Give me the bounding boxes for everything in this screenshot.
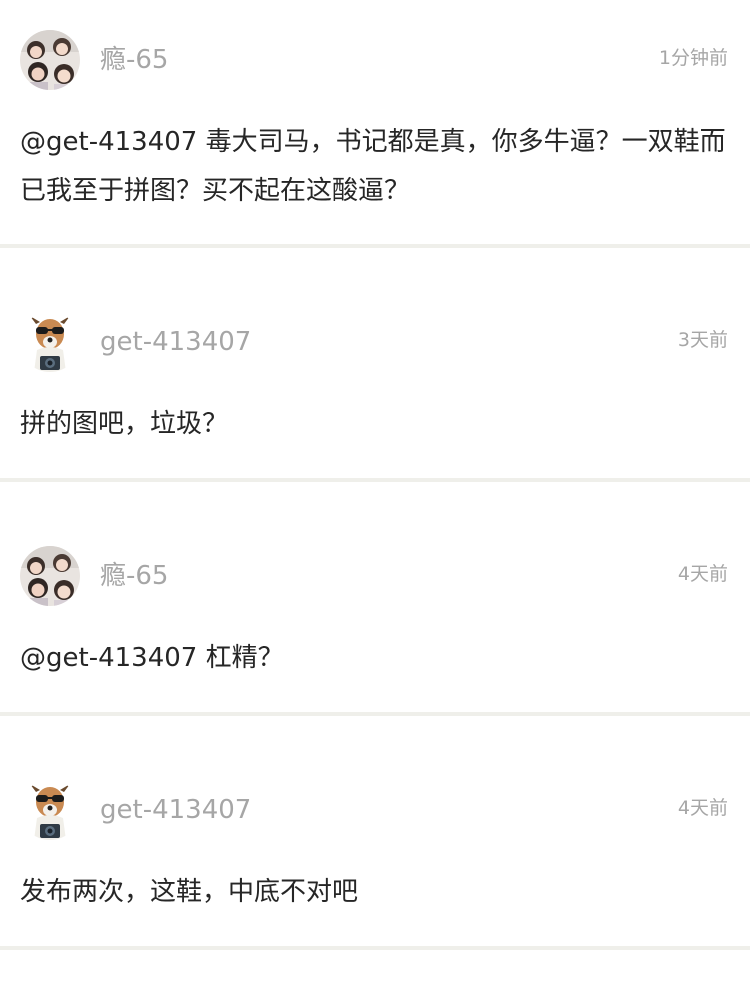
username[interactable]: 瘾-65 [100,561,168,591]
divider [0,946,750,950]
dog-sunglasses-avatar-icon [20,780,80,840]
user-avatar[interactable] [20,780,80,840]
comment-item: 瘾-65 1分钟前 @get-413407 毒大司马，书记都是真，你多牛逼？一双… [0,0,750,244]
comment-text: @get-413407 毒大司马，书记都是真，你多牛逼？一双鞋而已我至于拼图？买… [20,127,726,206]
comment-text: @get-413407 杠精？ [20,643,284,673]
timestamp: 4天前 [677,563,728,585]
comment-text: 发布两次，这鞋，中底不对吧 [20,877,359,907]
comment-item: 瘾-65 4天前 @get-413407 杠精？ [0,482,750,712]
comment-item: get-413407 3天前 拼的图吧，垃圾？ [0,248,750,478]
timestamp: 4天前 [677,797,728,819]
girls-photo-avatar-icon [20,546,80,606]
girls-photo-avatar-icon [20,30,80,90]
timestamp: 1分钟前 [658,47,728,69]
user-avatar[interactable] [20,546,80,606]
username[interactable]: get-413407 [100,327,251,357]
username[interactable]: 瘾-65 [100,45,168,75]
username[interactable]: get-413407 [100,795,251,825]
user-avatar[interactable] [20,312,80,372]
comment-text: 拼的图吧，垃圾？ [20,409,229,439]
comment-item: get-413407 4天前 发布两次，这鞋，中底不对吧 [0,716,750,946]
comment-feed: 瘾-65 1分钟前 @get-413407 毒大司马，书记都是真，你多牛逼？一双… [0,0,750,1000]
timestamp: 3天前 [677,329,728,351]
user-avatar[interactable] [20,30,80,90]
dog-sunglasses-avatar-icon [20,312,80,372]
